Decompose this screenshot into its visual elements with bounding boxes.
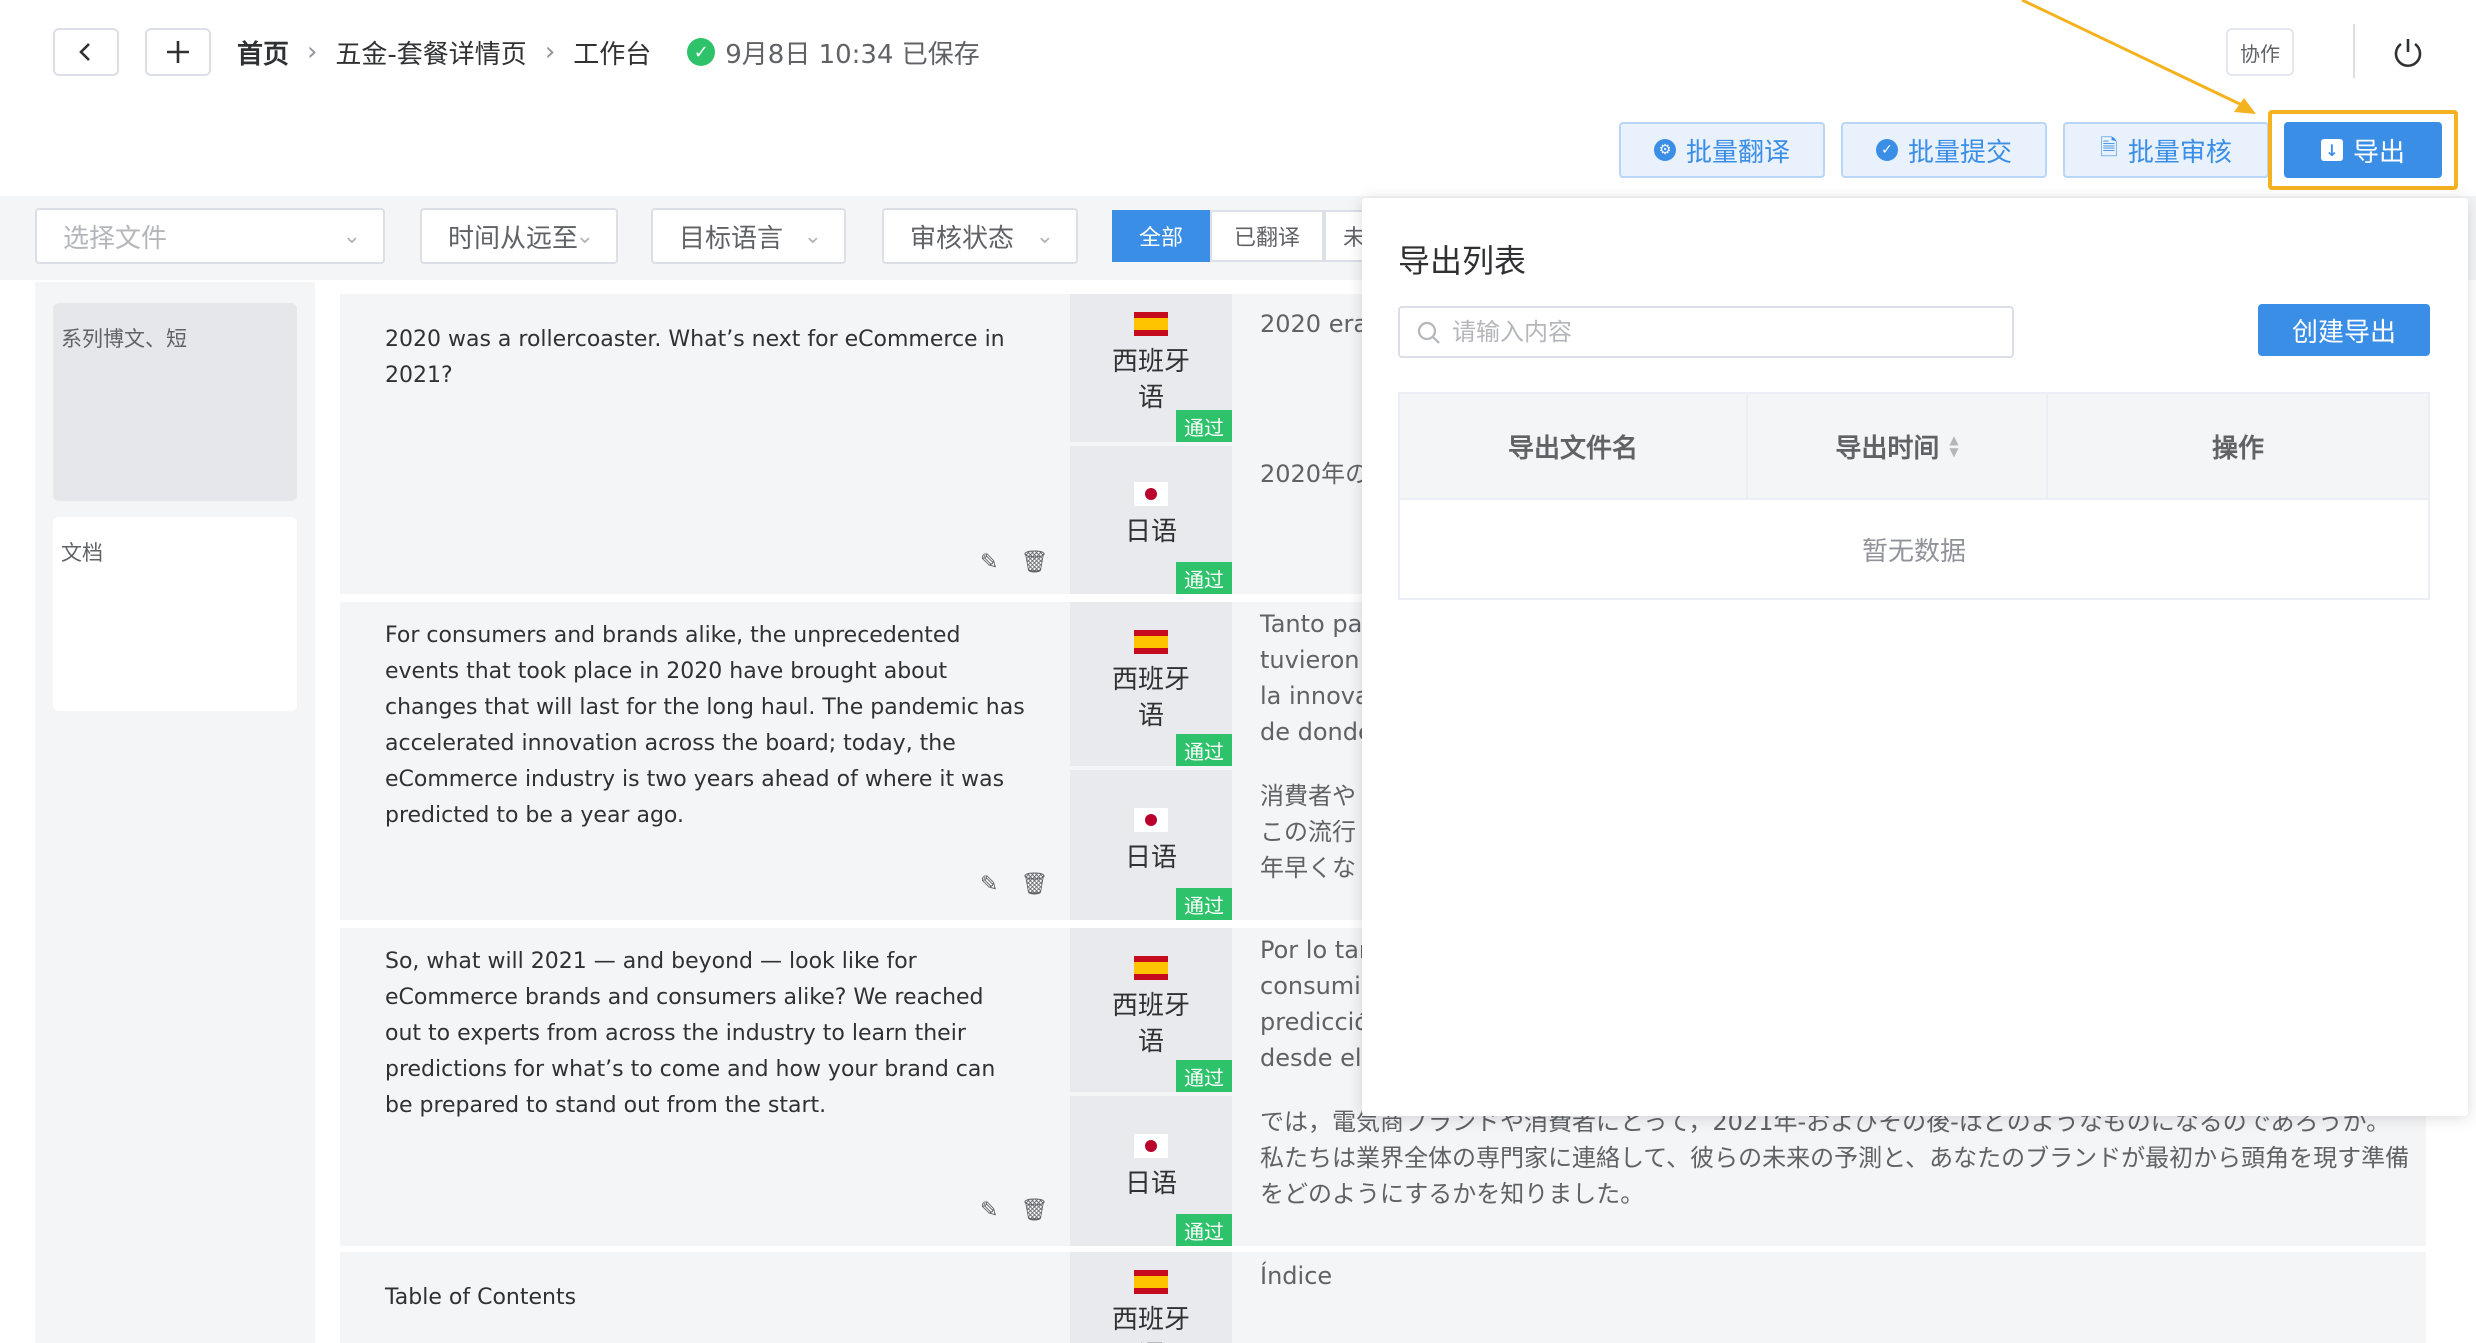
check-circle-icon: ✓ — [1875, 139, 1898, 161]
sidebar-item-blog[interactable]: 系列博文、短 — [53, 303, 297, 501]
export-button[interactable]: ↓ 导出 — [2284, 122, 2442, 178]
language-cell: 日语 通过 — [1070, 770, 1232, 920]
spain-flag-icon — [1134, 630, 1168, 654]
batch-translate-button[interactable]: ⚙ 批量翻译 — [1619, 122, 1825, 178]
create-export-button[interactable]: 创建导出 — [2258, 304, 2430, 356]
japan-flag-icon — [1134, 808, 1168, 832]
breadcrumb: 首页 › 五金-套餐详情页 › 工作台 ✓ 9月8日 10:34 已保存 — [237, 28, 980, 76]
language-label: 西班牙 语 — [1111, 991, 1190, 1057]
status-badge: 通过 — [1176, 1060, 1232, 1092]
language-label: 日语 — [1124, 1169, 1177, 1199]
spain-flag-icon — [1134, 956, 1168, 980]
chevron-right-icon: › — [544, 37, 556, 67]
delete-icon[interactable]: 🗑 — [1020, 872, 1048, 897]
spain-flag-icon — [1134, 1270, 1168, 1294]
save-status-text: 9月8日 10:34 已保存 — [725, 39, 980, 70]
column-header-actions: 操作 — [2211, 433, 2264, 464]
source-text[interactable]: 2020 was a rollercoaster. What’s next fo… — [385, 322, 1025, 394]
status-badge: 通过 — [1176, 1214, 1232, 1246]
chevron-down-icon: ⌄ — [1035, 224, 1054, 249]
segment-all[interactable]: 全部 — [1112, 210, 1210, 262]
translation-text[interactable]: Índice — [1260, 1258, 2410, 1294]
panel-title: 导出列表 — [1398, 242, 1527, 280]
check-circle-icon: ✓ — [687, 38, 716, 66]
breadcrumb-home[interactable]: 首页 — [237, 34, 289, 71]
breadcrumb-project[interactable]: 五金-套餐详情页 — [335, 34, 526, 71]
column-header-time[interactable]: 导出时间 ▲ ▼ — [1748, 394, 2048, 498]
language-label: 西班牙 语 — [1111, 1305, 1190, 1343]
target-language-select[interactable]: 目标语言 ⌄ — [651, 208, 846, 264]
status-segmented-control: 全部 已翻译 未 — [1112, 210, 1384, 262]
language-cell: 西班牙 语 通过 — [1070, 294, 1232, 442]
language-cell: 西班牙 语 — [1070, 1252, 1232, 1343]
status-badge: 通过 — [1176, 888, 1232, 920]
language-cell: 西班牙 语 通过 — [1070, 602, 1232, 766]
language-cell: 日语 通过 — [1070, 446, 1232, 594]
plus-icon — [167, 41, 189, 63]
search-icon — [1417, 321, 1440, 344]
export-table: 导出文件名 导出时间 ▲ ▼ 操作 暂无数据 — [1398, 392, 2430, 600]
chevron-down-icon: ⌄ — [803, 224, 822, 249]
table-header: 导出文件名 导出时间 ▲ ▼ 操作 — [1400, 394, 2428, 498]
batch-submit-button[interactable]: ✓ 批量提交 — [1841, 122, 2047, 178]
chevron-left-icon — [79, 43, 90, 61]
chevron-right-icon: › — [307, 37, 318, 67]
table-row: Table of Contents 西班牙 语 Índice — [340, 1252, 2426, 1343]
breadcrumb-workbench: 工作台 — [573, 39, 652, 70]
delete-icon[interactable]: 🗑 — [1020, 1198, 1048, 1223]
column-header-filename: 导出文件名 — [1400, 394, 1748, 498]
search-input[interactable] — [1452, 318, 1992, 346]
language-cell: 日语 通过 — [1070, 1096, 1232, 1246]
source-text[interactable]: So, what will 2021 — and beyond — look l… — [385, 944, 1025, 1124]
add-button[interactable] — [145, 28, 211, 76]
japan-flag-icon — [1134, 482, 1168, 506]
segment-translated[interactable]: 已翻译 — [1210, 210, 1324, 262]
sort-icon[interactable]: ▲ ▼ — [1949, 434, 1958, 458]
document-check-icon: 🗎 — [2100, 136, 2118, 161]
language-cell: 西班牙 语 通过 — [1070, 928, 1232, 1092]
status-badge: 通过 — [1176, 734, 1232, 766]
search-field — [1398, 306, 2014, 358]
spain-flag-icon — [1134, 312, 1168, 336]
empty-state-text: 暂无数据 — [1400, 498, 2428, 598]
robot-icon: ⚙ — [1653, 139, 1676, 161]
sidebar-item-doc[interactable]: 文档 — [53, 517, 297, 711]
delete-icon[interactable]: 🗑 — [1020, 550, 1048, 575]
time-sort-select[interactable]: 时间从远至 ⌄ — [420, 208, 618, 264]
language-label: 日语 — [1124, 843, 1177, 873]
translation-text[interactable]: では，電気商ブランドや消費者にとって，2021年-およびその後-はどのようなもの… — [1260, 1104, 2410, 1212]
save-status: ✓ 9月8日 10:34 已保存 — [687, 34, 980, 71]
language-label: 日语 — [1124, 517, 1177, 547]
chevron-down-icon: ⌄ — [342, 224, 361, 249]
power-icon[interactable] — [2386, 30, 2430, 74]
review-status-select[interactable]: 审核状态 ⌄ — [882, 208, 1078, 264]
batch-review-button[interactable]: 🗎 批量审核 — [2063, 122, 2269, 178]
divider — [2353, 24, 2355, 78]
japan-flag-icon — [1134, 1134, 1168, 1158]
language-label: 西班牙 语 — [1111, 347, 1190, 413]
export-list-panel: 导出列表 创建导出 导出文件名 导出时间 ▲▼ 操作 暂无数据 — [1362, 198, 2468, 1116]
collaborate-button[interactable]: 协作 — [2226, 28, 2294, 76]
status-badge: 通过 — [1176, 410, 1232, 442]
status-badge: 通过 — [1176, 562, 1232, 594]
edit-icon[interactable]: ✎ — [980, 1198, 998, 1223]
edit-icon[interactable]: ✎ — [980, 872, 998, 897]
language-label: 西班牙 语 — [1111, 665, 1190, 731]
download-icon: ↓ — [2320, 139, 2343, 161]
file-select[interactable]: 选择文件 ⌄ — [35, 208, 385, 264]
back-button[interactable] — [53, 28, 119, 76]
chevron-down-icon: ⌄ — [575, 224, 594, 249]
edit-icon[interactable]: ✎ — [980, 550, 998, 575]
source-text[interactable]: For consumers and brands alike, the unpr… — [385, 618, 1025, 834]
source-text[interactable]: Table of Contents — [385, 1280, 1025, 1316]
